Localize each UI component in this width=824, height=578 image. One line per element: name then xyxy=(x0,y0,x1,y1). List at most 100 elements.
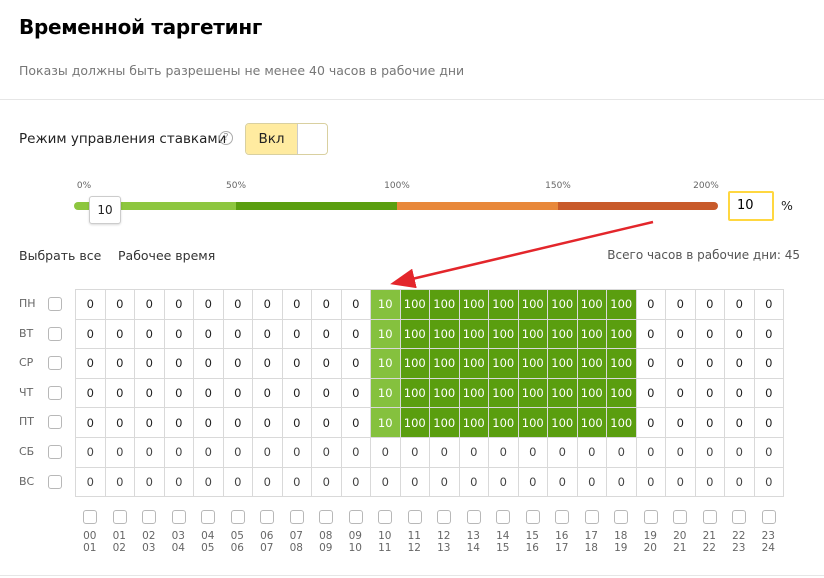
grid-cell[interactable]: 0 xyxy=(134,466,165,498)
grid-cell[interactable]: 0 xyxy=(222,318,253,350)
grid-cell[interactable]: 100 xyxy=(399,348,430,379)
grid-cell[interactable]: 0 xyxy=(694,348,725,379)
grid-cell[interactable]: 0 xyxy=(665,318,696,350)
grid-cell[interactable]: 100 xyxy=(576,377,607,409)
hour-checkbox[interactable] xyxy=(643,510,658,524)
grid-cell[interactable]: 0 xyxy=(252,377,283,409)
grid-cell[interactable]: 100 xyxy=(517,348,548,379)
grid-cell[interactable]: 100 xyxy=(547,348,578,379)
hour-checkbox[interactable] xyxy=(83,510,97,524)
grid-cell[interactable]: 0 xyxy=(252,407,283,438)
grid-cell[interactable]: 0 xyxy=(193,377,224,409)
grid-cell[interactable]: 100 xyxy=(429,377,460,409)
hour-checkbox[interactable] xyxy=(289,510,304,524)
grid-cell[interactable]: 0 xyxy=(429,436,460,468)
hour-checkbox[interactable] xyxy=(673,510,687,524)
hour-checkbox[interactable] xyxy=(584,510,599,524)
grid-cell[interactable]: 0 xyxy=(340,289,371,320)
grid-cell[interactable]: 100 xyxy=(488,407,519,438)
grid-cell[interactable]: 0 xyxy=(665,407,696,438)
grid-cell[interactable]: 0 xyxy=(104,348,135,379)
grid-cell[interactable]: 0 xyxy=(311,348,342,379)
grid-cell[interactable]: 0 xyxy=(75,407,106,438)
grid-cell[interactable]: 0 xyxy=(724,348,755,379)
grid-cell[interactable]: 0 xyxy=(134,407,165,438)
grid-cell[interactable]: 100 xyxy=(517,407,548,438)
hour-checkbox[interactable] xyxy=(761,510,776,524)
grid-cell[interactable]: 0 xyxy=(104,289,135,320)
grid-cell[interactable]: 0 xyxy=(134,348,165,379)
grid-cell[interactable]: 0 xyxy=(281,377,312,409)
grid-cell[interactable]: 0 xyxy=(694,466,725,498)
grid-cell[interactable]: 0 xyxy=(222,348,253,379)
grid-cell[interactable]: 0 xyxy=(281,436,312,468)
grid-cell[interactable]: 0 xyxy=(399,466,430,498)
grid-cell[interactable]: 0 xyxy=(281,407,312,438)
grid-cell[interactable]: 10 xyxy=(370,348,401,379)
grid-cell[interactable]: 0 xyxy=(281,466,312,498)
grid-cell[interactable]: 0 xyxy=(576,436,607,468)
day-checkbox[interactable] xyxy=(48,445,62,459)
grid-cell[interactable]: 100 xyxy=(547,407,578,438)
grid-cell[interactable]: 0 xyxy=(724,436,755,468)
grid-cell[interactable]: 0 xyxy=(193,436,224,468)
hour-checkbox[interactable] xyxy=(319,510,333,524)
grid-cell[interactable]: 0 xyxy=(370,466,401,498)
grid-cell[interactable]: 0 xyxy=(340,318,371,350)
grid-cell[interactable]: 0 xyxy=(724,289,755,320)
grid-cell[interactable]: 100 xyxy=(547,289,578,320)
hour-checkbox[interactable] xyxy=(171,510,186,524)
grid-cell[interactable]: 0 xyxy=(340,436,371,468)
grid-cell[interactable]: 0 xyxy=(665,436,696,468)
grid-cell[interactable]: 0 xyxy=(458,436,489,468)
grid-cell[interactable]: 0 xyxy=(606,436,637,468)
grid-cell[interactable]: 0 xyxy=(724,318,755,350)
grid-cell[interactable]: 100 xyxy=(517,289,548,320)
grid-cell[interactable]: 100 xyxy=(606,348,637,379)
grid-cell[interactable]: 10 xyxy=(370,289,401,320)
grid-cell[interactable]: 0 xyxy=(163,289,194,320)
hour-checkbox[interactable] xyxy=(260,510,274,524)
grid-cell[interactable]: 0 xyxy=(606,466,637,498)
hour-checkbox[interactable] xyxy=(348,510,363,524)
grid-cell[interactable]: 0 xyxy=(665,466,696,498)
hour-checkbox[interactable] xyxy=(496,510,510,524)
grid-cell[interactable]: 0 xyxy=(222,289,253,320)
grid-cell[interactable]: 0 xyxy=(694,377,725,409)
grid-cell[interactable]: 0 xyxy=(340,407,371,438)
grid-cell[interactable]: 0 xyxy=(252,436,283,468)
grid-cell[interactable]: 0 xyxy=(399,436,430,468)
day-checkbox[interactable] xyxy=(48,297,62,311)
grid-cell[interactable]: 100 xyxy=(576,407,607,438)
select-all-link[interactable]: Выбрать все xyxy=(19,248,101,263)
day-checkbox[interactable] xyxy=(48,326,62,341)
grid-cell[interactable]: 0 xyxy=(635,348,666,379)
grid-cell[interactable]: 0 xyxy=(75,318,106,350)
grid-cell[interactable]: 0 xyxy=(134,289,165,320)
grid-cell[interactable]: 0 xyxy=(753,348,784,379)
grid-cell[interactable]: 0 xyxy=(104,407,135,438)
grid-cell[interactable]: 100 xyxy=(429,348,460,379)
grid-cell[interactable]: 0 xyxy=(547,466,578,498)
grid-cell[interactable]: 0 xyxy=(311,407,342,438)
grid-cell[interactable]: 10 xyxy=(370,377,401,409)
grid-cell[interactable]: 0 xyxy=(252,289,283,320)
grid-cell[interactable]: 0 xyxy=(753,377,784,409)
grid-cell[interactable]: 0 xyxy=(340,466,371,498)
grid-cell[interactable]: 0 xyxy=(665,289,696,320)
grid-cell[interactable]: 100 xyxy=(488,377,519,409)
grid-cell[interactable]: 0 xyxy=(311,377,342,409)
grid-cell[interactable]: 0 xyxy=(193,348,224,379)
grid-cell[interactable]: 0 xyxy=(75,289,106,320)
grid-cell[interactable]: 0 xyxy=(222,436,253,468)
grid-cell[interactable]: 0 xyxy=(104,436,135,468)
grid-cell[interactable]: 100 xyxy=(606,318,637,350)
hour-checkbox[interactable] xyxy=(201,510,215,524)
grid-cell[interactable]: 100 xyxy=(517,377,548,409)
grid-cell[interactable]: 0 xyxy=(724,407,755,438)
question-circle-icon[interactable]: ? xyxy=(219,131,233,145)
hour-checkbox[interactable] xyxy=(142,510,156,524)
grid-cell[interactable]: 0 xyxy=(134,318,165,350)
grid-cell[interactable]: 100 xyxy=(399,289,430,320)
grid-cell[interactable]: 0 xyxy=(163,348,194,379)
